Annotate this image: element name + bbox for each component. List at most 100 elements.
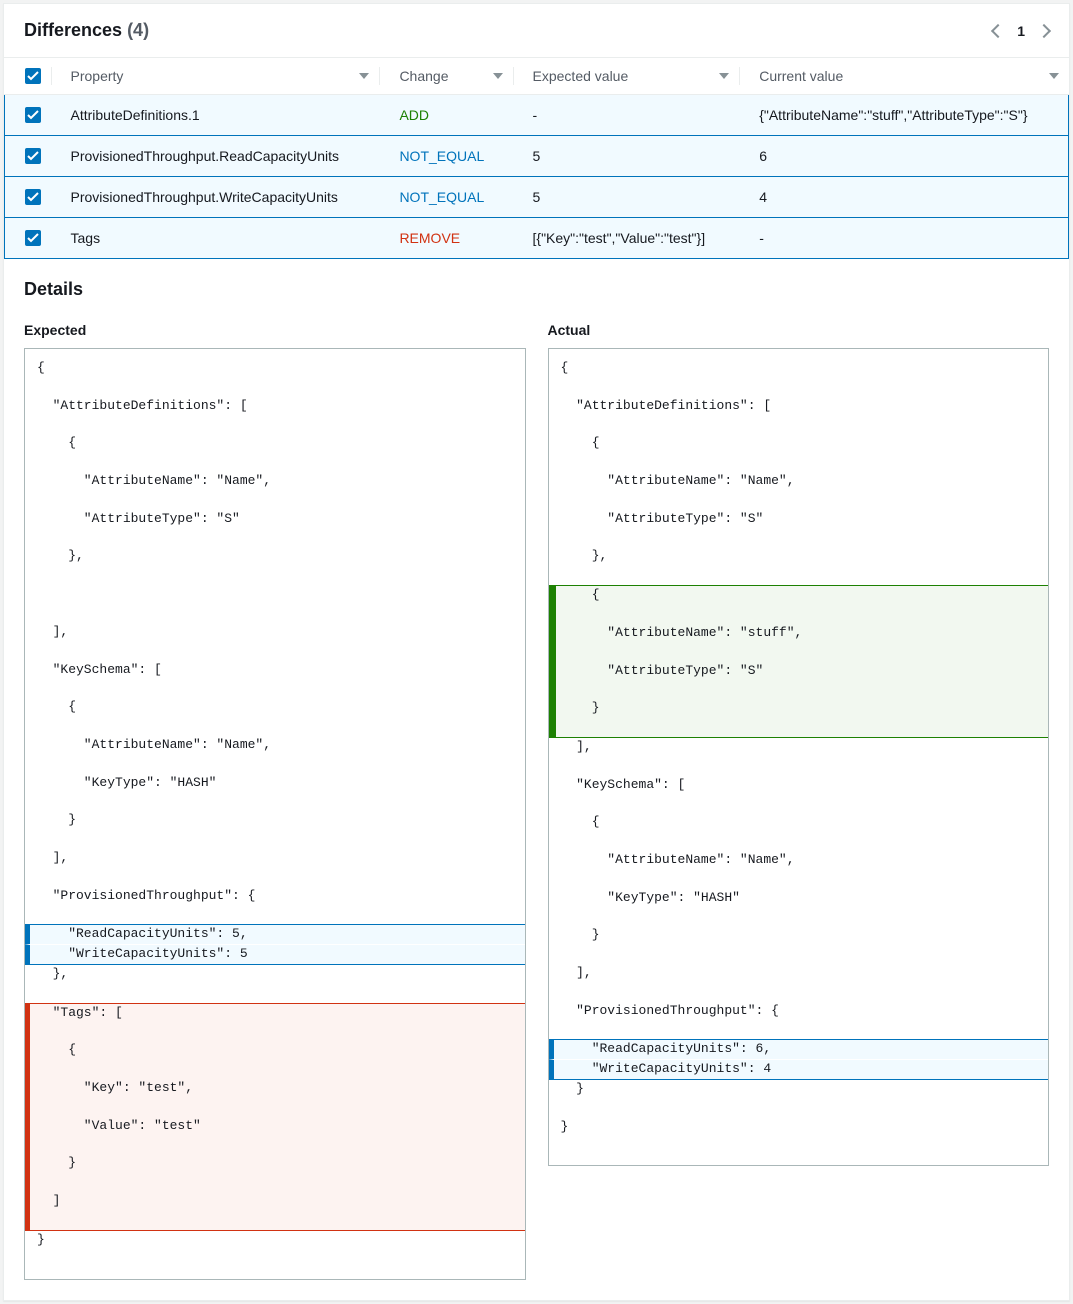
checkbox-icon[interactable]: [25, 148, 41, 164]
chevron-left-icon[interactable]: [991, 23, 1005, 37]
code-line: {: [30, 1041, 525, 1060]
actual-label: Actual: [548, 322, 1050, 338]
code-line: }: [549, 1118, 1049, 1137]
cell-change: NOT_EQUAL: [379, 177, 512, 218]
code-line: "AttributeName": "Name",: [25, 736, 525, 755]
expected-codebox[interactable]: { "AttributeDefinitions": [ { "Attribute…: [24, 348, 526, 1280]
diff-blue-block: "ReadCapacityUnits": 5,: [24, 924, 526, 945]
caret-down-icon: [719, 73, 729, 79]
panel-header: Differences (4) 1: [4, 4, 1069, 58]
code-line: },: [549, 547, 1049, 566]
code-line: }: [30, 1154, 525, 1173]
code-line: "Tags": [: [30, 1004, 525, 1023]
cell-expected: [{"Key":"test","Value":"test"}]: [513, 218, 740, 259]
code-line: },: [25, 965, 525, 984]
actual-column: Actual { "AttributeDefinitions": [ { "At…: [548, 322, 1050, 1280]
code-line: ],: [549, 964, 1049, 983]
cell-current: 6: [739, 136, 1068, 177]
differences-panel: Differences (4) 1 Property Change Expect…: [3, 3, 1070, 1301]
cell-property: ProvisionedThroughput.ReadCapacityUnits: [51, 136, 380, 177]
code-line: "ReadCapacityUnits": 6,: [554, 1040, 1049, 1059]
checkbox-icon[interactable]: [25, 68, 41, 84]
col-current[interactable]: Current value: [739, 58, 1068, 95]
code-line: },: [25, 547, 525, 566]
code-line: {: [549, 813, 1049, 832]
code-line: "AttributeType": "S": [549, 510, 1049, 529]
cell-change: NOT_EQUAL: [379, 136, 512, 177]
cell-current: 4: [739, 177, 1068, 218]
code-line: [25, 585, 525, 604]
actual-codebox[interactable]: { "AttributeDefinitions": [ { "Attribute…: [548, 348, 1050, 1166]
cell-change: ADD: [379, 95, 512, 136]
code-line: "AttributeDefinitions": [: [25, 397, 525, 416]
title-text: Differences: [24, 20, 122, 40]
table-row[interactable]: AttributeDefinitions.1ADD-{"AttributeNam…: [5, 95, 1069, 136]
code-line: {: [25, 434, 525, 453]
code-line: "AttributeName": "Name",: [25, 472, 525, 491]
cell-expected: 5: [513, 136, 740, 177]
code-line: "KeySchema": [: [25, 661, 525, 680]
select-all-header[interactable]: [5, 58, 51, 95]
checkbox-icon[interactable]: [25, 107, 41, 123]
code-line: }: [25, 1231, 525, 1250]
code-line: ],: [25, 849, 525, 868]
code-line: "AttributeName": "Name",: [549, 472, 1049, 491]
code-line: "KeyType": "HASH": [549, 889, 1049, 908]
code-line: "AttributeType": "S": [25, 510, 525, 529]
checkbox-icon[interactable]: [25, 230, 41, 246]
cell-change: REMOVE: [379, 218, 512, 259]
page-number: 1: [1017, 23, 1025, 39]
cell-expected: 5: [513, 177, 740, 218]
code-line: "AttributeDefinitions": [: [549, 397, 1049, 416]
code-line: ],: [25, 623, 525, 642]
table-row[interactable]: ProvisionedThroughput.WriteCapacityUnits…: [5, 177, 1069, 218]
code-line: {: [549, 434, 1049, 453]
expected-label: Expected: [24, 322, 526, 338]
chevron-right-icon[interactable]: [1037, 23, 1051, 37]
col-change[interactable]: Change: [379, 58, 512, 95]
code-line: "Value": "test": [30, 1117, 525, 1136]
cell-property: Tags: [51, 218, 380, 259]
caret-down-icon: [359, 73, 369, 79]
checkbox-icon[interactable]: [25, 189, 41, 205]
cell-expected: -: [513, 95, 740, 136]
code-line: ]: [30, 1192, 525, 1211]
table-row[interactable]: TagsREMOVE[{"Key":"test","Value":"test"}…: [5, 218, 1069, 259]
details-section: Details Expected { "AttributeDefinitions…: [4, 259, 1069, 1300]
title-count: (4): [127, 20, 149, 40]
code-line: {: [549, 359, 1049, 378]
differences-table: Property Change Expected value Current v…: [4, 58, 1069, 259]
panel-title: Differences (4): [24, 20, 149, 41]
diff-red-block: "Tags": [ { "Key": "test", "Value": "tes…: [24, 1003, 526, 1231]
diff-blue-block: "ReadCapacityUnits": 6,: [548, 1039, 1050, 1060]
code-line: "Key": "test",: [30, 1079, 525, 1098]
code-line: "AttributeName": "Name",: [549, 851, 1049, 870]
diff-green-block: { "AttributeName": "stuff", "AttributeTy…: [548, 585, 1050, 738]
diff-blue-block: "WriteCapacityUnits": 5: [24, 944, 526, 965]
cell-current: -: [739, 218, 1068, 259]
code-line: "AttributeName": "stuff",: [556, 624, 1049, 643]
diff-blue-block: "WriteCapacityUnits": 4: [548, 1059, 1050, 1080]
code-line: "KeySchema": [: [549, 776, 1049, 795]
code-line: {: [25, 359, 525, 378]
code-line: ],: [549, 738, 1049, 757]
cell-current: {"AttributeName":"stuff","AttributeType"…: [739, 95, 1068, 136]
caret-down-icon: [493, 73, 503, 79]
code-line: }: [549, 926, 1049, 945]
expected-column: Expected { "AttributeDefinitions": [ { "…: [24, 322, 526, 1280]
table-row[interactable]: ProvisionedThroughput.ReadCapacityUnitsN…: [5, 136, 1069, 177]
cell-property: AttributeDefinitions.1: [51, 95, 380, 136]
code-line: "ProvisionedThroughput": {: [549, 1002, 1049, 1021]
code-line: }: [549, 1080, 1049, 1099]
code-line: {: [25, 698, 525, 717]
code-line: {: [556, 586, 1049, 605]
details-title: Details: [24, 279, 1049, 300]
code-line: }: [25, 811, 525, 830]
col-expected[interactable]: Expected value: [513, 58, 740, 95]
code-line: }: [556, 699, 1049, 718]
caret-down-icon: [1049, 73, 1059, 79]
col-property[interactable]: Property: [51, 58, 380, 95]
pager: 1: [993, 23, 1049, 39]
code-line: "WriteCapacityUnits": 5: [30, 945, 525, 964]
code-line: "ProvisionedThroughput": {: [25, 887, 525, 906]
